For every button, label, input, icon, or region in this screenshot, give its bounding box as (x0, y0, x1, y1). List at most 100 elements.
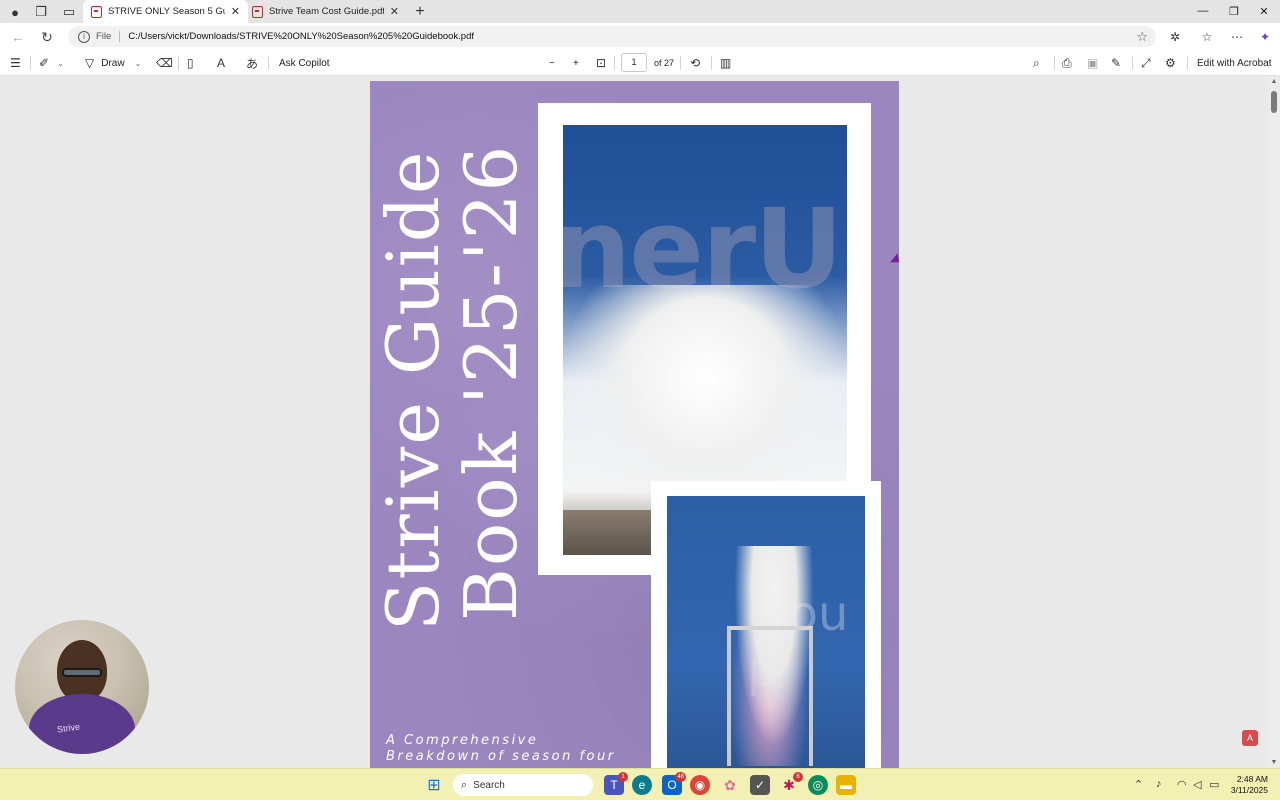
webcam-overlay: Strive (15, 620, 149, 754)
slack-icon[interactable]: ✱ 6 (779, 772, 803, 795)
vertical-scrollbar[interactable]: ▲ ▼ (1268, 76, 1280, 768)
toolbar-divider (268, 56, 269, 70)
taskbar-search-label: Search (473, 779, 505, 791)
immersive-reader-icon[interactable]: ▯ (187, 54, 194, 72)
workspaces-icon[interactable]: ❐ (32, 3, 50, 21)
cover-subtitle-line-1: A Comprehensive (386, 733, 539, 748)
windows-start-icon[interactable]: ⊞ (424, 775, 444, 795)
search-icon[interactable]: ⌕ (1033, 54, 1040, 72)
page-number-input[interactable]: 1 (621, 52, 647, 72)
minimize-button[interactable]: — (1188, 2, 1218, 20)
back-button[interactable]: ← (8, 27, 28, 47)
toolbar-divider (1132, 56, 1133, 70)
toolbar-divider (614, 56, 615, 70)
teams-icon[interactable]: T1 (604, 772, 628, 795)
system-clock[interactable]: 2:48 AM 3/11/2025 (1231, 774, 1268, 796)
clock-date: 3/11/2025 (1230, 785, 1268, 795)
volume-icon[interactable]: ◁ (1193, 778, 1201, 791)
toolbar-divider (178, 56, 179, 70)
close-tab-icon[interactable]: ✕ (390, 5, 399, 18)
scroll-down-icon[interactable]: ▼ (1270, 759, 1278, 766)
file-explorer-icon[interactable]: ▬ (836, 775, 856, 795)
favorites-icon[interactable]: ☆ (1198, 28, 1216, 46)
tab-guidebook[interactable]: STRIVE ONLY Season 5 Guidebo ✕ (83, 0, 248, 23)
rotate-icon[interactable]: ⟲ (690, 54, 700, 72)
chevron-down-icon[interactable]: ⌄ (135, 59, 142, 68)
read-aloud-icon[interactable]: A (217, 54, 225, 72)
close-tab-icon[interactable]: ✕ (231, 5, 240, 18)
windows-taskbar: ⊞ ⌕ Search T1 e O 48 ◉ ✿ ✓ ✱ 6 ◎ ▬ ⌃ ♪ ◠ ◁… (0, 768, 1280, 800)
edge-icon[interactable]: e (632, 775, 652, 795)
contents-icon[interactable]: ☰ (10, 54, 21, 72)
glasses (62, 668, 102, 677)
print-icon[interactable]: ⎙ (1062, 54, 1072, 72)
photos-icon[interactable]: ✿ (720, 775, 740, 795)
acrobat-icon[interactable]: A (1242, 730, 1258, 746)
microphone-icon[interactable]: ♪ (1156, 778, 1162, 790)
notification-badge: 6 (793, 772, 803, 782)
notification-badge: 48 (675, 772, 686, 782)
edit-with-acrobat-button[interactable]: Edit with Acrobat (1197, 54, 1271, 72)
cover-title: Strive Guide Book '25-'26 (370, 81, 540, 641)
fit-to-page-icon[interactable]: ⊡ (596, 54, 606, 72)
copilot-app-icon[interactable]: ◎ (808, 775, 828, 795)
zoom-out-button[interactable]: − (549, 54, 555, 72)
save-as-icon[interactable]: ✎ (1111, 54, 1121, 72)
tab-title: Strive Team Cost Guide.pdf (269, 6, 384, 17)
settings-gear-icon[interactable]: ⚙ (1165, 54, 1176, 72)
info-icon[interactable]: i (78, 30, 90, 43)
close-window-button[interactable]: ✕ (1249, 2, 1279, 20)
chevron-up-icon[interactable]: ⌃ (1134, 778, 1143, 791)
scrollbar-thumb[interactable] (1271, 91, 1277, 113)
address-bar: ← ↻ i File C:/Users/vickt/Downloads/STRI… (0, 23, 1280, 50)
solo-dancer-photo: c ou p (667, 496, 865, 768)
toolbar-divider (1187, 56, 1188, 70)
restore-button[interactable]: ❐ (1219, 2, 1249, 20)
eraser-icon[interactable]: ⌫ (156, 54, 173, 72)
wifi-icon[interactable]: ◠ (1177, 778, 1187, 791)
draw-button[interactable]: ▽ Draw ⌄ (85, 54, 141, 72)
walker-prop (727, 626, 813, 766)
new-tab-button[interactable]: + (411, 3, 429, 21)
highlight-icon[interactable]: ✐ ⌄ (39, 54, 64, 72)
translate-icon[interactable]: あ (246, 54, 258, 72)
taskbar-search[interactable]: ⌕ Search (453, 774, 593, 796)
page-view-icon[interactable]: ▥ (720, 54, 731, 72)
tab-actions-icon[interactable]: ▭ (60, 3, 78, 21)
tab-title: STRIVE ONLY Season 5 Guidebo (108, 6, 225, 17)
tab-cost-guide[interactable]: Strive Team Cost Guide.pdf ✕ (244, 0, 407, 23)
toolbar-divider (711, 56, 712, 70)
pdf-page-1[interactable]: Strive Guide Book '25-'26 nerU c ou p A … (370, 81, 899, 768)
page-number-field[interactable]: 1 (621, 52, 647, 72)
fullscreen-icon[interactable]: ⤢ (1141, 54, 1151, 72)
copilot-icon[interactable]: ✦ (1256, 28, 1274, 46)
chrome-icon[interactable]: ◉ (690, 775, 710, 795)
pdf-icon (91, 5, 102, 18)
favorite-star-icon[interactable]: ☆ (1136, 29, 1148, 45)
outlook-icon[interactable]: O 48 (662, 772, 686, 795)
photo-frame-solo-dancer: c ou p (651, 481, 881, 768)
battery-icon[interactable]: ▭ (1209, 778, 1219, 791)
person-body (29, 694, 135, 754)
url-field[interactable]: i File C:/Users/vickt/Downloads/STRIVE%2… (68, 26, 1156, 47)
todo-icon[interactable]: ✓ (750, 775, 770, 795)
notification-badge: 1 (618, 772, 628, 782)
page-total-label: of 27 (654, 58, 675, 68)
clock-time: 2:48 AM (1236, 774, 1268, 784)
zoom-in-button[interactable]: + (573, 54, 579, 72)
browser-tab-strip: ● ❐ ▭ STRIVE ONLY Season 5 Guidebo ✕ Str… (0, 0, 1280, 23)
search-icon: ⌕ (461, 778, 468, 791)
save-icon[interactable]: ▣ (1087, 54, 1098, 72)
cover-title-line-2: Book '25-'26 (449, 143, 533, 621)
refresh-button[interactable]: ↻ (37, 27, 57, 47)
more-options-icon[interactable]: ⋯ (1228, 28, 1246, 46)
ask-copilot-button[interactable]: Ask Copilot (279, 54, 330, 72)
url-text[interactable]: C:/Users/vickt/Downloads/STRIVE%20ONLY%2… (128, 31, 474, 42)
toolbar-divider (680, 56, 681, 70)
cover-title-line-1: Strive Guide (371, 149, 455, 632)
file-scheme-label: File (96, 31, 121, 42)
extensions-icon[interactable]: ✲ (1166, 28, 1184, 46)
scroll-up-icon[interactable]: ▲ (1270, 78, 1278, 85)
profile-icon[interactable]: ● (6, 3, 24, 21)
pdf-viewer[interactable]: Strive Guide Book '25-'26 nerU c ou p A … (0, 76, 1280, 768)
